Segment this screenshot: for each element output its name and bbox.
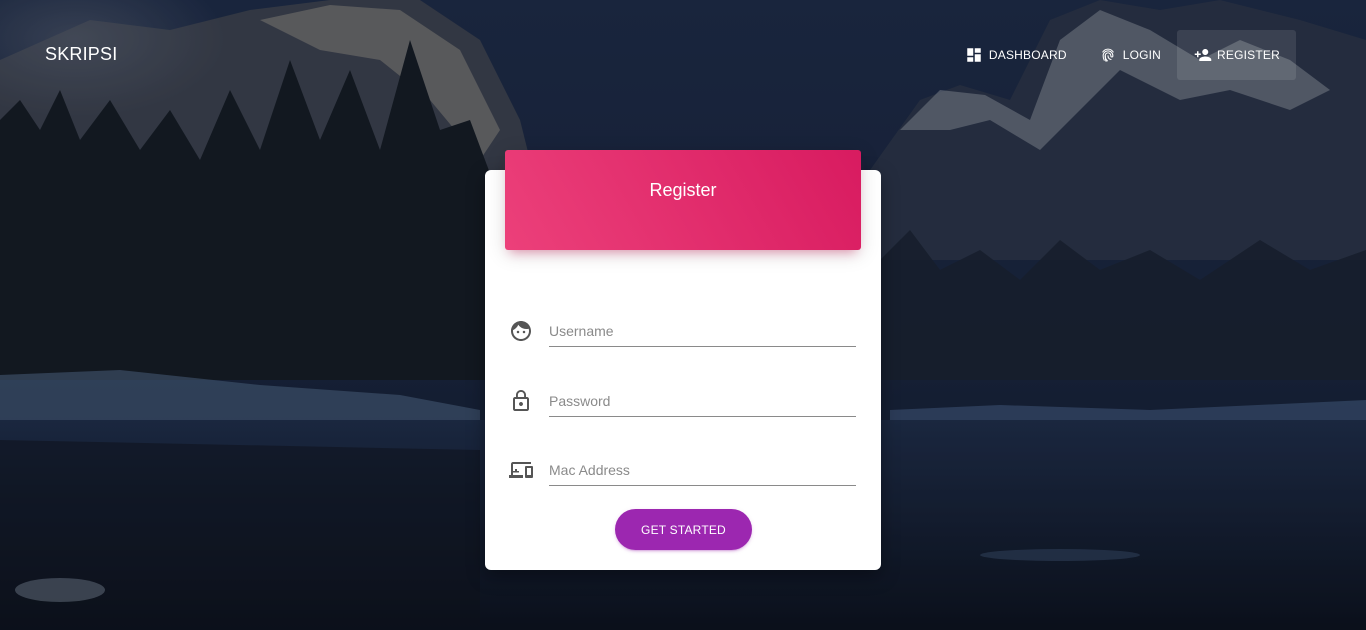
nav-register-link[interactable]: REGISTER	[1177, 30, 1296, 80]
dashboard-icon	[965, 46, 983, 64]
username-field	[509, 311, 856, 351]
person-add-icon	[1193, 46, 1212, 64]
face-icon	[509, 319, 533, 343]
nav-links: DASHBOARD LOGIN REGISTER	[949, 30, 1296, 80]
devices-icon	[509, 458, 533, 482]
nav-login-link[interactable]: LOGIN	[1083, 30, 1177, 80]
password-input[interactable]	[549, 385, 856, 417]
card-title: Register	[649, 180, 717, 200]
card-header: Register	[505, 150, 861, 250]
username-input[interactable]	[549, 315, 856, 347]
mac-address-input[interactable]	[549, 454, 856, 486]
get-started-button[interactable]: GET STARTED	[615, 509, 752, 550]
nav-login-label: LOGIN	[1122, 48, 1162, 62]
nav-register-label: REGISTER	[1217, 48, 1280, 62]
register-card: Register GET STARTED	[485, 150, 881, 570]
fingerprint-icon	[1099, 46, 1117, 64]
mac-address-field	[509, 450, 856, 490]
top-navbar: SKRIPSI DASHBOARD LOGIN REGISTER	[0, 0, 1366, 110]
lock-icon	[509, 389, 533, 413]
brand-logo-text[interactable]: SKRIPSI	[45, 44, 117, 65]
password-field	[509, 381, 856, 421]
nav-dashboard-label: DASHBOARD	[988, 48, 1067, 62]
nav-dashboard-link[interactable]: DASHBOARD	[949, 30, 1083, 80]
